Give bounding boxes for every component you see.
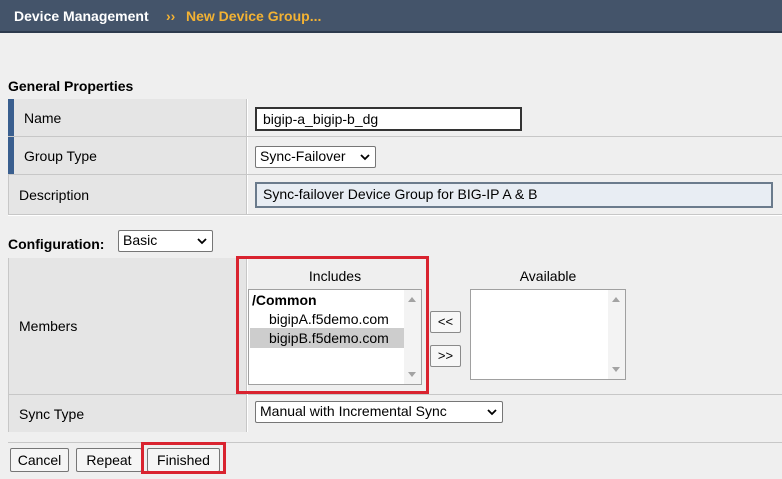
available-listbox[interactable] bbox=[470, 289, 626, 380]
available-title: Available bbox=[519, 268, 577, 284]
available-scrollbar[interactable] bbox=[608, 290, 625, 379]
name-value-cell: bigip-a_bigip-b_dg bbox=[248, 99, 782, 136]
description-label: Description bbox=[19, 186, 90, 203]
scroll-up-icon[interactable] bbox=[612, 297, 620, 302]
name-input[interactable]: bigip-a_bigip-b_dg bbox=[255, 107, 522, 131]
general-properties-table: Name bigip-a_bigip-b_dg Group Type Sync-… bbox=[8, 99, 782, 216]
group-type-label: Group Type bbox=[24, 147, 97, 164]
breadcrumb-separator: ›› bbox=[166, 8, 176, 24]
sync-type-label-cell: Sync Type bbox=[8, 395, 247, 432]
members-label: Members bbox=[19, 318, 78, 334]
finished-highlight-box bbox=[141, 442, 226, 474]
sync-type-label: Sync Type bbox=[19, 405, 85, 422]
name-label-cell: Name bbox=[8, 99, 247, 136]
description-value-cell: Sync-failover Device Group for BIG-IP A … bbox=[248, 175, 782, 214]
chevron-down-icon bbox=[487, 409, 497, 416]
chevron-down-icon bbox=[197, 238, 207, 245]
configuration-label: Configuration: bbox=[8, 236, 105, 252]
group-type-value-cell: Sync-Failover bbox=[248, 137, 782, 174]
group-type-label-cell: Group Type bbox=[8, 137, 247, 174]
breadcrumb-device-management[interactable]: Device Management bbox=[14, 8, 149, 24]
sync-type-selected-value: Manual with Incremental Sync bbox=[260, 403, 447, 419]
members-label-cell: Members bbox=[8, 258, 247, 395]
breadcrumb-current-page: New Device Group... bbox=[186, 8, 322, 24]
description-label-cell: Description bbox=[8, 175, 247, 214]
move-to-includes-button[interactable]: << bbox=[430, 311, 461, 333]
title-bar: Device Management ›› New Device Group... bbox=[0, 0, 782, 33]
move-to-available-button[interactable]: >> bbox=[430, 345, 461, 367]
sync-type-value-cell: Manual with Incremental Sync bbox=[248, 395, 782, 432]
group-type-row: Group Type Sync-Failover bbox=[8, 137, 782, 175]
chevron-down-icon bbox=[360, 154, 370, 161]
cancel-button[interactable]: Cancel bbox=[10, 448, 69, 472]
group-type-select[interactable]: Sync-Failover bbox=[255, 146, 376, 168]
configuration-mode-value: Basic bbox=[123, 232, 158, 248]
group-type-selected-value: Sync-Failover bbox=[260, 148, 346, 164]
sync-type-select[interactable]: Manual with Incremental Sync bbox=[255, 401, 503, 423]
description-input[interactable]: Sync-failover Device Group for BIG-IP A … bbox=[255, 182, 773, 208]
includes-highlight-box bbox=[236, 256, 429, 394]
general-properties-heading: General Properties bbox=[8, 78, 134, 94]
repeat-button[interactable]: Repeat bbox=[76, 448, 142, 472]
scroll-down-icon[interactable] bbox=[612, 367, 620, 372]
description-row: Description Sync-failover Device Group f… bbox=[8, 175, 782, 215]
configuration-mode-select[interactable]: Basic bbox=[118, 230, 213, 252]
name-row: Name bigip-a_bigip-b_dg bbox=[8, 99, 782, 137]
name-label: Name bbox=[24, 109, 62, 126]
